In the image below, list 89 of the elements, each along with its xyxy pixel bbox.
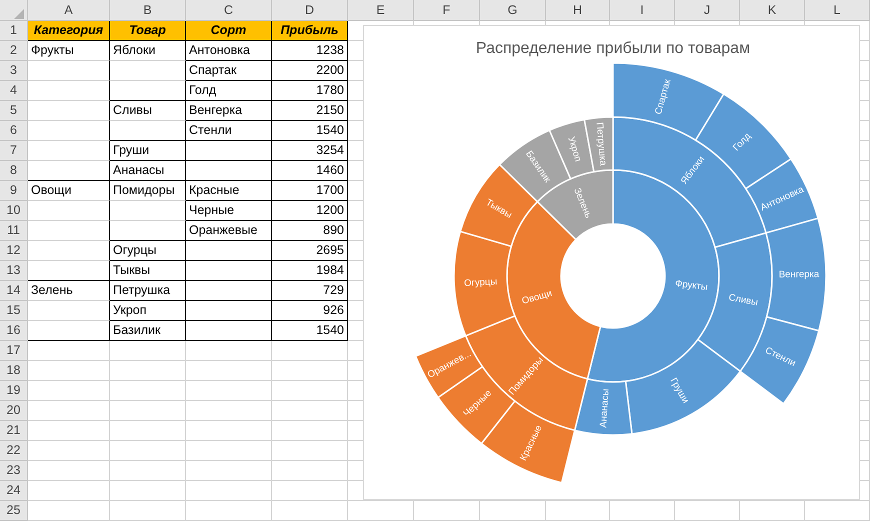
row-header[interactable]: 17 <box>0 341 28 361</box>
table-cell: Помидоры <box>110 181 186 201</box>
row-header[interactable]: 11 <box>0 221 28 241</box>
table-cell: Голд <box>186 81 272 101</box>
table-cell: 3254 <box>272 141 348 161</box>
row-header[interactable]: 22 <box>0 441 28 461</box>
segment-label: Огурцы <box>464 276 498 290</box>
header-cell: Товар <box>110 21 186 41</box>
table-cell: Тыквы <box>110 261 186 281</box>
header-cell: Прибыль <box>272 21 348 41</box>
row-header[interactable]: 2 <box>0 41 28 61</box>
table-cell: 2695 <box>272 241 348 261</box>
table-cell: Красные <box>186 181 272 201</box>
table-cell: 1238 <box>272 41 348 61</box>
column-header[interactable]: L <box>805 0 870 21</box>
table-cell: Базилик <box>110 321 186 341</box>
row-header[interactable]: 19 <box>0 381 28 401</box>
column-header[interactable]: K <box>740 0 805 21</box>
segment-label: Петрушка <box>594 122 608 166</box>
table-cell: Оранжевые <box>186 221 272 241</box>
row-header[interactable]: 9 <box>0 181 28 201</box>
row-header[interactable]: 12 <box>0 241 28 261</box>
table-cell: 1540 <box>272 321 348 341</box>
table-cell: Яблоки <box>110 41 186 61</box>
table-cell: 926 <box>272 301 348 321</box>
table-cell: 1540 <box>272 121 348 141</box>
segment-label: Овощи <box>520 288 554 307</box>
chart-title: Распределение прибыли по товарам <box>476 40 750 57</box>
table-cell: Стенли <box>186 121 272 141</box>
table-cell: Укроп <box>110 301 186 321</box>
table-cell: Спартак <box>186 61 272 81</box>
row-header[interactable]: 20 <box>0 401 28 421</box>
table-cell: Венгерка <box>186 101 272 121</box>
table-cell: 729 <box>272 281 348 301</box>
row-header[interactable]: 1 <box>0 21 28 41</box>
segment-label: Фрукты <box>674 278 708 294</box>
segment-label: Сливы <box>728 292 759 308</box>
table-cell: Овощи <box>28 181 110 201</box>
row-header[interactable]: 6 <box>0 121 28 141</box>
table-cell: 1460 <box>272 161 348 181</box>
segment-label: Ананасы <box>598 388 612 428</box>
table-cell: 1200 <box>272 201 348 221</box>
header-cell: Сорт <box>186 21 272 41</box>
table-cell: Груши <box>110 141 186 161</box>
table-cell: Антоновка <box>186 41 272 61</box>
table-cell: 2150 <box>272 101 348 121</box>
column-header[interactable]: E <box>348 0 414 21</box>
column-header[interactable]: D <box>272 0 348 21</box>
table-cell: Сливы <box>110 101 186 121</box>
column-header[interactable]: C <box>186 0 272 21</box>
table-cell: Черные <box>186 201 272 221</box>
row-header[interactable]: 24 <box>0 481 28 501</box>
row-header[interactable]: 14 <box>0 281 28 301</box>
column-header[interactable]: A <box>28 0 110 21</box>
select-all-icon[interactable] <box>14 8 24 18</box>
table-cell: 1700 <box>272 181 348 201</box>
table-cell: 890 <box>272 221 348 241</box>
segment-label: Укроп <box>565 135 584 164</box>
row-header[interactable]: 4 <box>0 81 28 101</box>
segment-label: Венгерка <box>778 269 820 280</box>
header-cell: Категория <box>28 21 110 41</box>
table-cell: 2200 <box>272 61 348 81</box>
row-header[interactable]: 5 <box>0 101 28 121</box>
table-cell: 1984 <box>272 261 348 281</box>
row-header[interactable]: 8 <box>0 161 28 181</box>
column-header[interactable]: G <box>480 0 546 21</box>
row-header[interactable]: 13 <box>0 261 28 281</box>
column-header[interactable]: J <box>675 0 740 21</box>
column-header[interactable]: I <box>610 0 675 21</box>
table-cell: Зелень <box>28 281 110 301</box>
row-header[interactable]: 21 <box>0 421 28 441</box>
row-header[interactable]: 3 <box>0 61 28 81</box>
row-header[interactable]: 16 <box>0 321 28 341</box>
row-header[interactable]: 7 <box>0 141 28 161</box>
segment-label: Спартак <box>653 78 674 116</box>
table-cell: Фрукты <box>28 41 110 61</box>
column-header[interactable]: H <box>546 0 610 21</box>
row-header[interactable]: 18 <box>0 361 28 381</box>
table-cell: Петрушка <box>110 281 186 301</box>
row-header[interactable]: 25 <box>0 501 28 521</box>
row-header[interactable]: 23 <box>0 461 28 481</box>
row-header[interactable]: 15 <box>0 301 28 321</box>
row-header[interactable]: 10 <box>0 201 28 221</box>
table-cell: Ананасы <box>110 161 186 181</box>
column-header[interactable]: B <box>110 0 186 21</box>
segment-label: Зелень <box>571 186 594 220</box>
table-cell: 1780 <box>272 81 348 101</box>
table-cell: Огурцы <box>110 241 186 261</box>
column-header[interactable]: F <box>414 0 480 21</box>
